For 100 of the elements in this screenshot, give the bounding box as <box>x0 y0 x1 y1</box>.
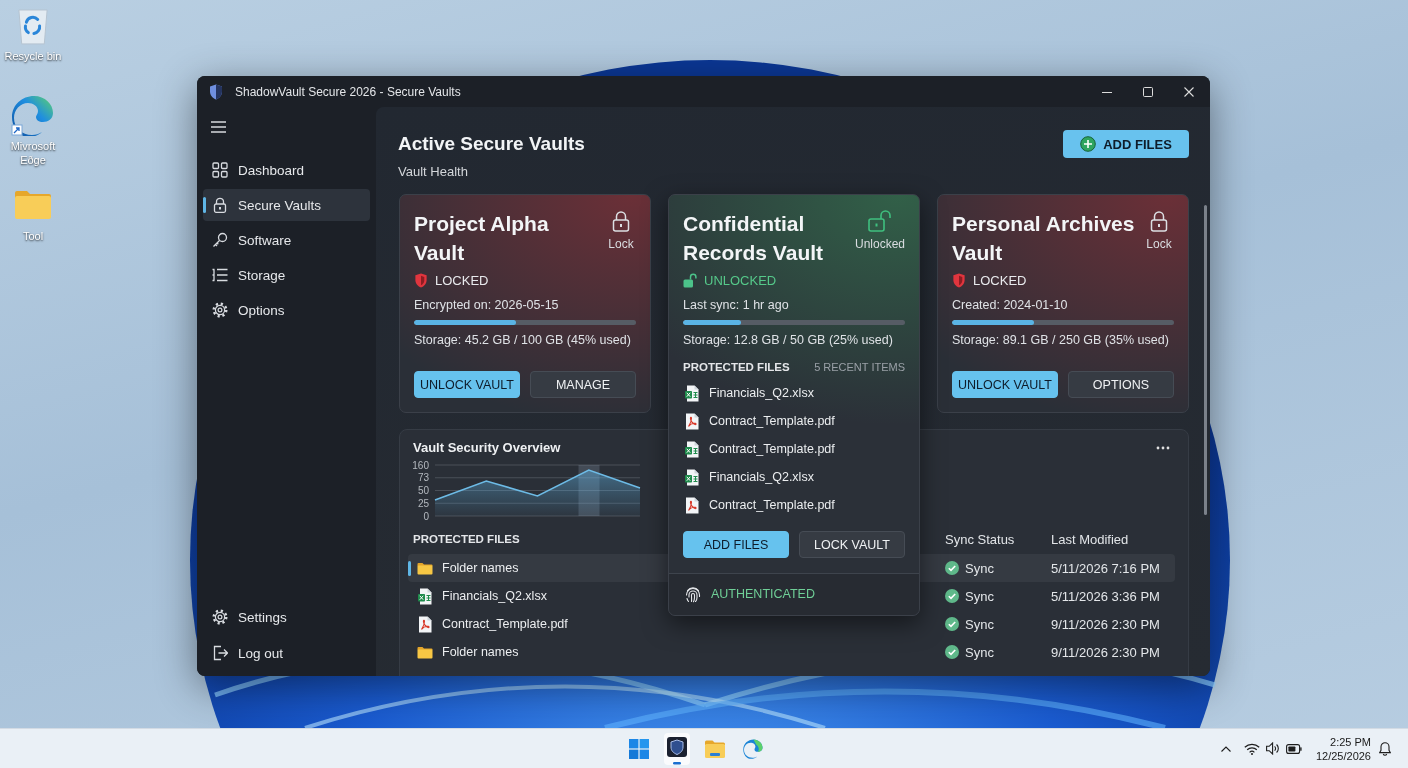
modified-date: 9/11/2026 2:30 PM <box>1051 616 1161 632</box>
check-circle-icon <box>945 589 959 603</box>
page-subtitle: Vault Health <box>398 164 468 180</box>
more-icon[interactable] <box>1156 445 1170 450</box>
file-name[interactable]: Contract_Template.pdf <box>709 498 835 512</box>
add-files-button[interactable]: ADD FILES <box>1063 130 1189 158</box>
key-icon <box>212 232 228 248</box>
unlocked-padlock-icon[interactable] <box>868 210 892 232</box>
shield-icon <box>952 272 966 288</box>
nav-item[interactable]: Secure Vaults <box>203 189 370 221</box>
check-circle-icon <box>945 561 959 575</box>
folder-icon <box>417 561 433 575</box>
lock-label: Lock <box>608 237 634 251</box>
vault-title: Project Alpha Vault <box>414 211 550 266</box>
vault-action-button[interactable]: LOCK VAULT <box>799 531 905 558</box>
speaker-icon[interactable] <box>1265 742 1280 755</box>
sync-status: Sync <box>965 588 994 604</box>
file-name[interactable]: Contract_Template.pdf <box>709 414 835 428</box>
scrollbar-thumb[interactable] <box>1204 205 1207 515</box>
vault-action-button[interactable]: OPTIONS <box>1068 371 1174 398</box>
section-label: PROTECTED FILES <box>683 361 790 373</box>
axis-tick-label: 0 <box>423 510 429 520</box>
gear-icon <box>212 302 228 318</box>
sync-status: Sync <box>965 616 994 632</box>
pdf-file-icon <box>418 615 432 633</box>
spreadsheet-file-icon <box>685 468 699 486</box>
file-name[interactable]: Financials_Q2.xlsx <box>709 470 814 484</box>
plus-circle-icon <box>1080 136 1097 152</box>
column-header: Sync Status <box>945 531 1016 547</box>
clock-date[interactable]: 12/25/2026 <box>1315 748 1371 763</box>
nav-item[interactable]: Options <box>203 294 370 326</box>
battery-icon[interactable] <box>1285 743 1302 754</box>
spreadsheet-file-icon <box>685 384 699 402</box>
recycle-bin-icon[interactable] <box>17 7 49 45</box>
folder-icon[interactable] <box>704 738 725 759</box>
nav-item[interactable]: Dashboard <box>203 154 370 186</box>
fingerprint-icon <box>685 585 701 603</box>
modified-date: 9/11/2026 2:30 PM <box>1051 644 1161 660</box>
axis-tick-label: 50 <box>417 485 429 496</box>
start-icon[interactable] <box>628 738 649 759</box>
pdf-file-icon <box>685 412 699 430</box>
folder-icon <box>417 645 433 659</box>
dashboard-icon <box>212 162 228 178</box>
file-name[interactable]: Contract_Template.pdf <box>709 442 835 456</box>
auth-status: AUTHENTICATED <box>711 586 815 603</box>
chevron-up-icon[interactable] <box>1220 745 1231 752</box>
vault-action-button[interactable]: ADD FILES <box>683 531 789 558</box>
browser-icon[interactable] <box>742 738 763 759</box>
shield-icon <box>414 272 428 288</box>
file-name[interactable]: Financials_Q2.xlsx <box>442 589 547 603</box>
vault-status: LOCKED <box>435 272 489 288</box>
pdf-file-icon <box>685 496 699 514</box>
panel-title: Vault Security Overview <box>413 440 561 455</box>
storage-usage: Storage: 45.2 GB / 100 GB (45% used) <box>414 332 632 348</box>
file-name[interactable]: Folder names <box>442 645 519 659</box>
check-circle-icon <box>945 645 959 659</box>
clock-time[interactable]: 2:25 PM <box>1330 734 1371 749</box>
nav-item[interactable]: Storage <box>203 259 370 291</box>
maximize-icon[interactable] <box>1143 86 1153 97</box>
shield-app-icon[interactable] <box>663 732 690 765</box>
vault-info: Encrypted on: 2026-05-15 <box>414 297 560 313</box>
wifi-icon[interactable] <box>1243 742 1260 755</box>
modified-date: 5/11/2026 3:36 PM <box>1051 588 1161 604</box>
axis-tick-label: 25 <box>417 497 429 509</box>
notification-bell-icon[interactable] <box>1379 741 1391 756</box>
nav-item[interactable]: Settings <box>203 601 370 633</box>
spreadsheet-file-icon <box>685 440 699 458</box>
column-header: Last Modified <box>1051 531 1130 547</box>
axis-tick-label: 160 <box>413 460 429 471</box>
browser-icon[interactable] <box>11 94 55 136</box>
list-icon <box>212 267 228 283</box>
vault-info: Created: 2024-01-10 <box>952 297 1069 313</box>
nav-item[interactable]: Log out <box>203 637 370 669</box>
menu-icon[interactable] <box>211 121 226 133</box>
lock-label: Lock <box>1146 237 1172 251</box>
page-title: Active Secure Vaults <box>398 132 585 156</box>
vault-action-button[interactable]: MANAGE <box>530 371 636 398</box>
vault-info: Last sync: 1 hr ago <box>683 297 790 313</box>
unlocked-padlock-icon <box>683 272 697 288</box>
modified-date: 5/11/2026 7:16 PM <box>1051 560 1161 576</box>
lock-icon <box>212 197 228 213</box>
nav-item[interactable]: Software <box>203 224 370 256</box>
window-title: ShadowVault Secure 2026 - Secure Vaults <box>235 84 461 99</box>
gear-icon <box>212 609 228 625</box>
file-name[interactable]: Financials_Q2.xlsx <box>709 386 814 400</box>
file-name[interactable]: Folder names <box>442 561 519 575</box>
vault-action-button[interactable]: UNLOCK VAULT <box>952 371 1058 398</box>
storage-usage: Storage: 12.8 GB / 50 GB (25% used) <box>683 332 894 348</box>
lock-label: Unlocked <box>854 237 905 251</box>
logout-icon <box>212 645 228 661</box>
vault-status: UNLOCKED <box>704 272 777 288</box>
file-name[interactable]: Contract_Template.pdf <box>442 617 568 631</box>
vault-title: Confidential Records Vault <box>683 211 825 266</box>
lock-icon[interactable] <box>612 210 630 232</box>
check-circle-icon <box>945 617 959 631</box>
vault-action-button[interactable]: UNLOCK VAULT <box>414 371 520 398</box>
axis-tick-label: 73 <box>417 472 429 484</box>
lock-icon[interactable] <box>1150 210 1168 232</box>
close-icon[interactable] <box>1184 86 1194 97</box>
spreadsheet-file-icon <box>418 587 432 605</box>
